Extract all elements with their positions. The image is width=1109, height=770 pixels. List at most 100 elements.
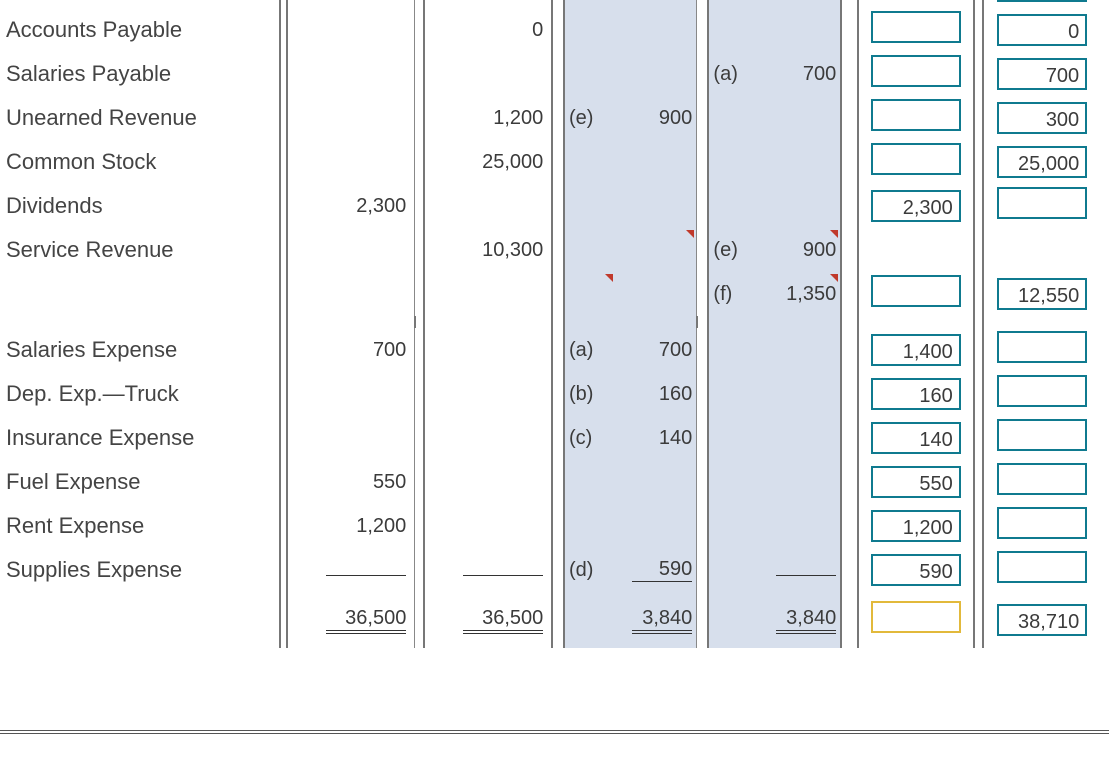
- adj-credit-ref: [708, 96, 759, 140]
- table-row: Dep. Exp.—Truck(b)160160: [0, 372, 1100, 416]
- tb-credit: [424, 504, 552, 548]
- adj-credit-total: 3,840: [760, 592, 842, 648]
- table-row: Insurance Expense(c)140140: [0, 416, 1100, 460]
- atb-credit-cell: [983, 548, 1100, 592]
- adj-debit-amt: [615, 460, 697, 504]
- atb-credit-input[interactable]: [997, 551, 1087, 583]
- adj-credit-ref: (e): [708, 228, 759, 272]
- tb-debit: [287, 372, 415, 416]
- tb-debit: [287, 272, 415, 316]
- atb-debit-cell: 1,400: [858, 328, 975, 372]
- atb-debit-input[interactable]: [871, 55, 961, 87]
- tb-credit: [424, 184, 552, 228]
- tb-debit: [287, 0, 415, 8]
- adj-debit-ref: [564, 228, 615, 272]
- adj-debit-amt: 900: [615, 96, 697, 140]
- adj-debit-total: 3,840: [615, 592, 697, 648]
- tb-credit: [424, 372, 552, 416]
- table-row: Salaries Expense700(a)7001,400: [0, 328, 1100, 372]
- atb-credit-input[interactable]: 700: [997, 58, 1087, 90]
- tb-credit: [424, 0, 552, 8]
- atb-debit-total-input[interactable]: [871, 601, 961, 633]
- table-row: Accounts Payable00: [0, 8, 1100, 52]
- atb-credit-input[interactable]: [997, 419, 1087, 451]
- atb-debit-input[interactable]: [871, 275, 961, 307]
- adj-debit-ref: [564, 460, 615, 504]
- atb-credit-input[interactable]: 0: [997, 14, 1087, 46]
- adj-credit-amt: 1,350: [760, 272, 842, 316]
- atb-credit-input[interactable]: [997, 187, 1087, 219]
- atb-credit-cell: [983, 328, 1100, 372]
- adj-debit-amt: [615, 504, 697, 548]
- atb-credit-input[interactable]: 12,550: [997, 278, 1087, 310]
- account-name: Accounts Payable: [0, 8, 280, 52]
- atb-debit-input[interactable]: 1,400: [871, 334, 961, 366]
- atb-credit-total-input[interactable]: 38,710: [997, 604, 1087, 636]
- atb-debit-input[interactable]: [871, 99, 961, 131]
- adj-credit-ref: [708, 460, 759, 504]
- atb-credit-input[interactable]: [997, 463, 1087, 495]
- table-row: Salaries Payable(a)700700: [0, 52, 1100, 96]
- atb-credit-cell: [983, 504, 1100, 548]
- atb-credit-cell: [983, 372, 1100, 416]
- adj-credit-ref: [708, 548, 759, 592]
- adj-debit-amt: 700: [615, 328, 697, 372]
- tb-credit: [424, 272, 552, 316]
- atb-credit-cell: [983, 460, 1100, 504]
- atb-debit-input[interactable]: 590: [871, 554, 961, 586]
- adj-credit-amt: [760, 328, 842, 372]
- adj-debit-ref: [564, 0, 615, 8]
- atb-credit-cell: [983, 184, 1100, 228]
- spacer-row: [0, 316, 1100, 328]
- atb-debit-cell: [858, 52, 975, 96]
- atb-debit-cell: 550: [858, 460, 975, 504]
- atb-debit-input[interactable]: [871, 143, 961, 175]
- adj-debit-ref: [564, 140, 615, 184]
- adj-debit-ref: [564, 8, 615, 52]
- atb-credit-input[interactable]: [997, 331, 1087, 363]
- tb-credit: [424, 52, 552, 96]
- tb-debit: [287, 228, 415, 272]
- account-name: Salaries Expense: [0, 328, 280, 372]
- atb-debit-input[interactable]: 1,200: [871, 510, 961, 542]
- adj-debit-amt: [615, 140, 697, 184]
- tb-debit: [287, 96, 415, 140]
- adj-credit-amt: [760, 548, 842, 592]
- adj-debit-ref: [564, 504, 615, 548]
- atb-debit-input[interactable]: 550: [871, 466, 961, 498]
- atb-credit-cell: 0: [983, 8, 1100, 52]
- adj-debit-ref: [564, 52, 615, 96]
- tb-debit: 1,200: [287, 504, 415, 548]
- atb-credit-input[interactable]: [997, 375, 1087, 407]
- worksheet-fragment: Acc. Dep.—Truck(b)160160Accounts Payable…: [0, 0, 1109, 770]
- atb-credit-input[interactable]: [997, 507, 1087, 539]
- account-name: Fuel Expense: [0, 460, 280, 504]
- atb-debit-cell: [858, 228, 975, 272]
- atb-debit-input[interactable]: [871, 11, 961, 43]
- atb-debit-input[interactable]: 160: [871, 378, 961, 410]
- atb-debit-cell: [858, 272, 975, 316]
- account-name: Unearned Revenue: [0, 96, 280, 140]
- table-row: Unearned Revenue1,200(e)900300: [0, 96, 1100, 140]
- adj-credit-amt: 700: [760, 52, 842, 96]
- adj-credit-amt: 160: [760, 0, 842, 8]
- atb-debit-cell: 140: [858, 416, 975, 460]
- account-name: Supplies Expense: [0, 548, 280, 592]
- atb-debit-input[interactable]: 2,300: [871, 190, 961, 222]
- atb-credit-cell: 12,550: [983, 272, 1100, 316]
- account-name: Salaries Payable: [0, 52, 280, 96]
- atb-credit-input[interactable]: 25,000: [997, 146, 1087, 178]
- tb-debit: [287, 416, 415, 460]
- account-name: Dividends: [0, 184, 280, 228]
- table-row: Dividends2,3002,300: [0, 184, 1100, 228]
- tb-credit: [424, 460, 552, 504]
- adj-debit-ref: (c): [564, 416, 615, 460]
- section-divider: [0, 730, 1109, 734]
- atb-debit-cell: [858, 0, 975, 8]
- table-row: Supplies Expense(d)590590: [0, 548, 1100, 592]
- adj-credit-amt: [760, 504, 842, 548]
- atb-credit-input[interactable]: 160: [997, 0, 1087, 2]
- atb-credit-input[interactable]: 300: [997, 102, 1087, 134]
- atb-debit-input[interactable]: 140: [871, 422, 961, 454]
- adj-credit-ref: [708, 504, 759, 548]
